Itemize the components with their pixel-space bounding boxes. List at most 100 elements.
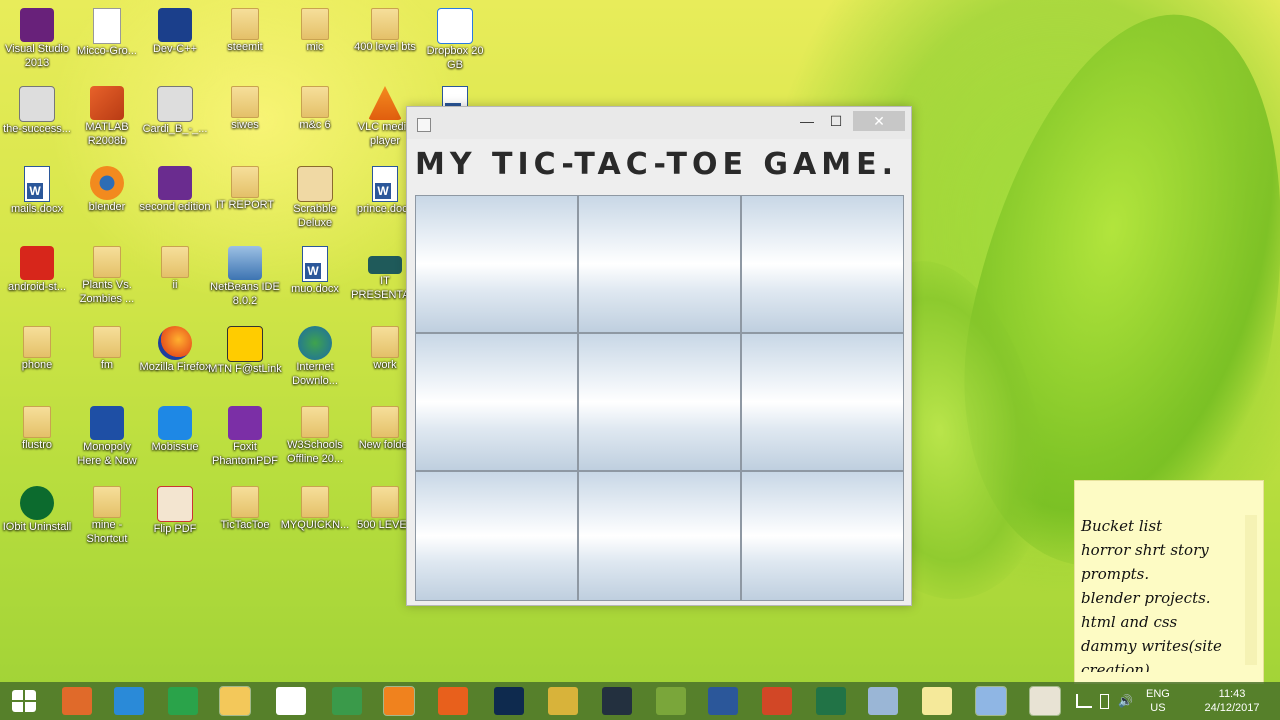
taskbar-matlab-icon[interactable] (62, 687, 92, 715)
desktop-icon[interactable]: phone (0, 326, 74, 372)
desktop-icon[interactable]: ii (138, 246, 212, 292)
vlc-icon (368, 86, 402, 120)
board-cell-7[interactable] (415, 471, 578, 601)
minimize-button[interactable]: — (797, 111, 817, 131)
desktop-icon[interactable]: TicTacToe (208, 486, 282, 532)
mtn-icon (227, 326, 263, 362)
taskbar-plants-vs-zombies-icon[interactable] (656, 687, 686, 715)
taskbar-idm-icon[interactable] (332, 687, 362, 715)
desktop-icon-label: the-success... (3, 123, 71, 135)
desktop-icon[interactable]: Scrabble Deluxe (278, 166, 352, 230)
sticky-note-scrollbar[interactable] (1245, 515, 1257, 665)
desktop-icon[interactable]: Micco-Gro... (70, 8, 144, 58)
taskbar-internet-explorer-icon[interactable] (114, 687, 144, 715)
maximize-button[interactable]: ☐ (825, 111, 847, 131)
sticky-note[interactable]: Bucket list horror shrt story prompts. b… (1074, 480, 1264, 684)
desktop-icon[interactable]: Dropbox 20 GB (418, 8, 492, 72)
taskbar-start-icon[interactable] (12, 690, 36, 712)
desktop-icon-label: siwes (231, 119, 259, 131)
network-icon[interactable] (1076, 694, 1092, 708)
desktop-icon[interactable]: fm (70, 326, 144, 372)
battery-icon[interactable] (1100, 694, 1109, 709)
desktop-icon[interactable]: m&c 6 (278, 86, 352, 132)
word-icon (302, 246, 328, 282)
desktop-icon-label: Dropbox 20 GB (426, 45, 484, 71)
desktop-icon[interactable]: android-st... (0, 246, 74, 294)
desktop-icon[interactable]: 400 level bts (348, 8, 422, 54)
desktop-icon[interactable]: IT REPORT (208, 166, 282, 212)
taskbar-file-explorer-icon[interactable] (219, 686, 251, 716)
desktop-icon[interactable]: Dev-C++ (138, 8, 212, 56)
sticky-note-line: blender projects. (1081, 589, 1211, 607)
taskbar-virtualbox-icon[interactable] (975, 686, 1007, 716)
taskbar-word-icon[interactable] (708, 687, 738, 715)
taskbar-photos-icon[interactable] (868, 687, 898, 715)
desktop-icon[interactable]: Mobissue (138, 406, 212, 454)
flip-pdf-icon (157, 486, 193, 522)
desktop-icon[interactable]: IObit Uninstall (0, 486, 74, 534)
desktop-icon[interactable]: Flip PDF (138, 486, 212, 536)
folder-icon (231, 8, 259, 40)
desktop-icon-label: MYQUICKN... (280, 519, 350, 531)
taskbar-photoshop-icon[interactable] (494, 687, 524, 715)
board-cell-9[interactable] (741, 471, 904, 601)
folder-icon (161, 246, 189, 278)
board-cell-3[interactable] (741, 195, 904, 333)
clock[interactable]: 11:43 24/12/2017 (1200, 687, 1264, 715)
desktop-icon[interactable]: mine - Shortcut (70, 486, 144, 546)
taskbar-game-icon[interactable] (602, 687, 632, 715)
adobe-icon (20, 246, 54, 280)
desktop-icon[interactable]: Monopoly Here & Now (70, 406, 144, 468)
desktop-icon[interactable]: Visual Studio 2013 (0, 8, 74, 70)
folder-icon (371, 326, 399, 358)
desktop-icon[interactable]: MATLAB R2008b (70, 86, 144, 148)
desktop-icon[interactable]: MTN F@stLink (208, 326, 282, 376)
word-icon (24, 166, 50, 202)
desktop-icon[interactable]: siwes (208, 86, 282, 132)
blender-icon (90, 166, 124, 200)
board-cell-8[interactable] (578, 471, 741, 601)
desktop-icon[interactable]: steemit (208, 8, 282, 54)
close-button[interactable]: ✕ (853, 111, 905, 131)
volume-icon[interactable]: 🔊 (1118, 694, 1133, 708)
board-cell-1[interactable] (415, 195, 578, 333)
idm-icon (298, 326, 332, 360)
board-cell-5[interactable] (578, 333, 741, 471)
board-cell-4[interactable] (415, 333, 578, 471)
desktop-icon-label: Mobissue (151, 441, 199, 453)
desktop-icon-label: IT REPORT (215, 199, 275, 211)
taskbar-excel-icon[interactable] (816, 687, 846, 715)
language-indicator[interactable]: ENG US (1146, 687, 1170, 715)
folder-icon (23, 326, 51, 358)
taskbar-chrome-icon[interactable] (548, 687, 578, 715)
desktop-icon[interactable]: MYQUICKN... (278, 486, 352, 532)
taskbar-powerpoint-icon[interactable] (762, 687, 792, 715)
sticky-note-text[interactable]: Bucket list horror shrt story prompts. b… (1081, 514, 1222, 672)
window-titlebar[interactable]: — ☐ ✕ (407, 107, 911, 139)
desktop-icon[interactable]: Foxit PhantomPDF (208, 406, 282, 468)
taskbar-sticky-notes-icon[interactable] (922, 687, 952, 715)
desktop-icon[interactable]: Plants Vs. Zombies ... (70, 246, 144, 306)
desktop-icon-label: Dev-C++ (152, 43, 198, 55)
desktop-icon[interactable]: Cardi_B_-_... (138, 86, 212, 136)
taskbar-amazon-icon[interactable] (276, 687, 306, 715)
taskbar-firefox-icon[interactable] (438, 687, 468, 715)
desktop-icon[interactable]: Internet Downlo... (278, 326, 352, 388)
board-cell-2[interactable] (578, 195, 741, 333)
desktop-icon[interactable]: NetBeans IDE 8.0.2 (208, 246, 282, 308)
desktop-icon[interactable]: second edition (138, 166, 212, 214)
taskbar-vlc-icon[interactable] (383, 686, 415, 716)
desktop-icon[interactable]: flustro (0, 406, 74, 452)
taskbar-store-icon[interactable] (168, 687, 198, 715)
desktop-icon[interactable]: mic (278, 8, 352, 54)
game-board (415, 195, 904, 601)
desktop-icon[interactable]: blender (70, 166, 144, 214)
board-cell-6[interactable] (741, 333, 904, 471)
desktop-icon[interactable]: W3Schools Offline 20... (278, 406, 352, 466)
desktop-icon[interactable]: the-success... (0, 86, 74, 136)
desktop-icon[interactable]: mails.docx (0, 166, 74, 216)
desktop-icon[interactable]: muo.docx (278, 246, 352, 296)
image-icon (19, 86, 55, 122)
desktop-icon[interactable]: Mozilla Firefox (138, 326, 212, 374)
clock-date: 24/12/2017 (1204, 702, 1260, 714)
